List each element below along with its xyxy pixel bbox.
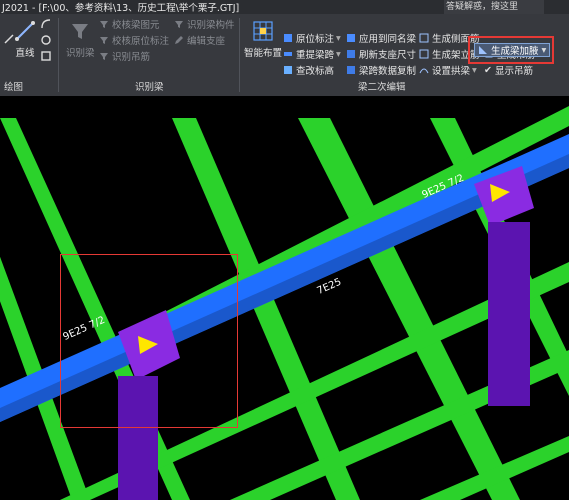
arc-icon[interactable] bbox=[40, 18, 52, 30]
side-bars-icon bbox=[419, 33, 429, 43]
rectangle-icon[interactable] bbox=[40, 50, 52, 62]
model-viewport[interactable]: 9E25 7/2 7E25 9E25 7/2 bbox=[0, 96, 569, 500]
funnel-small-icon bbox=[100, 21, 108, 28]
column-shaft bbox=[488, 222, 530, 406]
identify-beam-label: 识别梁 bbox=[66, 48, 95, 59]
set-arch-beam-button[interactable]: 设置拱梁 ▾ bbox=[419, 64, 477, 77]
apply-same-name-button[interactable]: 应用到同名梁 bbox=[346, 32, 416, 45]
line-draw-icon bbox=[15, 21, 35, 41]
smart-layout-button[interactable]: 智能布置 bbox=[244, 20, 282, 59]
check-icon: ✔ bbox=[484, 64, 492, 76]
erection-bars-icon bbox=[419, 49, 429, 59]
generate-haunch-button[interactable]: 生成梁加腋 ▾ bbox=[474, 43, 551, 57]
identify-hanger-bars[interactable]: 识别吊筋 bbox=[99, 50, 150, 63]
grid-layout-icon bbox=[253, 21, 273, 41]
funnel-small-icon bbox=[100, 37, 108, 44]
mark-icon bbox=[284, 34, 292, 42]
window-title: J2021 - [F:\00、参考资料\13、历史工程\举个栗子.GTJ] bbox=[2, 3, 240, 14]
copy-icon bbox=[347, 66, 355, 74]
search-box[interactable]: 答疑解惑，搜这里 bbox=[444, 0, 544, 14]
copy-span-data-button[interactable]: 梁跨数据复制 bbox=[346, 64, 416, 77]
smart-layout-label: 智能布置 bbox=[244, 48, 283, 59]
check-beam-elements[interactable]: 校核梁图元 bbox=[99, 18, 160, 31]
draw-group: 直线 绘图 bbox=[0, 14, 58, 96]
funnel-icon bbox=[72, 24, 89, 39]
respan-icon bbox=[284, 52, 292, 56]
identify-beam-button[interactable]: 识别梁 bbox=[66, 20, 95, 59]
arch-icon bbox=[419, 68, 429, 74]
identify-beam-group: 识别梁 校核梁图元 校核原位标注 识别吊筋 识别梁构件 编辑支座 识别梁 bbox=[59, 14, 239, 96]
identify-group-label: 识别梁 bbox=[135, 82, 164, 93]
pencil-icon bbox=[175, 36, 183, 44]
line-button[interactable]: 直线 bbox=[14, 20, 36, 59]
circle-icon[interactable] bbox=[40, 34, 52, 46]
funnel-small-icon bbox=[175, 21, 183, 28]
ribbon-toolbar: 直线 绘图 识别梁 校核梁图元 校核原位标注 识别吊筋 识别梁构件 编辑支座 识… bbox=[0, 14, 569, 96]
original-marking-button[interactable]: 原位标注 ▾ bbox=[283, 32, 341, 45]
identify-beam-components[interactable]: 识别梁构件 bbox=[174, 18, 235, 31]
edit-support[interactable]: 编辑支座 bbox=[174, 34, 225, 47]
elevation-icon bbox=[284, 66, 292, 74]
highlight-region bbox=[60, 254, 238, 428]
cursor-icon[interactable] bbox=[4, 34, 14, 44]
show-hanger-bars-button[interactable]: ✔ 显示吊筋 bbox=[484, 64, 533, 78]
check-original-marks[interactable]: 校核原位标注 bbox=[99, 34, 169, 47]
apply-icon bbox=[347, 34, 355, 42]
haunch-icon bbox=[479, 46, 487, 54]
refresh-icon bbox=[347, 50, 355, 58]
line-button-label: 直线 bbox=[15, 48, 35, 59]
refresh-support-button[interactable]: 刷新支座尺寸 bbox=[346, 48, 416, 61]
draw-group-label: 绘图 bbox=[4, 82, 24, 93]
respan-button[interactable]: 重提梁跨 ▾ bbox=[283, 48, 341, 61]
beam-edit-group-label: 梁二次编辑 bbox=[358, 82, 406, 93]
check-elevation-button[interactable]: 查改标高 bbox=[283, 64, 334, 77]
title-bar: J2021 - [F:\00、参考资料\13、历史工程\举个栗子.GTJ] 答疑… bbox=[0, 0, 569, 14]
funnel-small-icon bbox=[100, 53, 108, 60]
